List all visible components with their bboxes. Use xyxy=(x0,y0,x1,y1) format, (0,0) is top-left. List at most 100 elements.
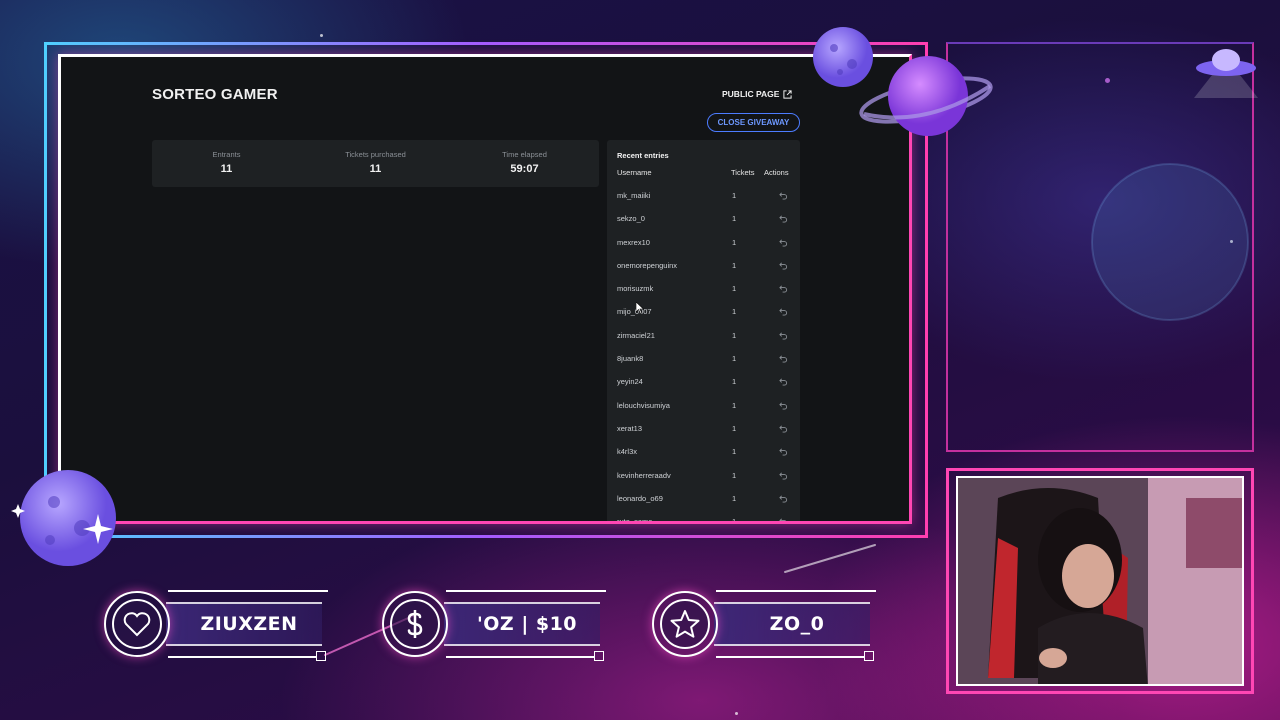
entry-username: mk_maiiki xyxy=(617,191,651,200)
entry-tickets: 1 xyxy=(732,354,737,364)
undo-entry-icon[interactable] xyxy=(779,284,788,293)
webcam-feed xyxy=(956,476,1244,686)
public-page-link[interactable]: PUBLIC PAGE xyxy=(722,89,793,99)
entry-username: kevinherreraadv xyxy=(617,470,671,480)
shooting-star-decoration xyxy=(784,544,876,573)
undo-entry-icon[interactable] xyxy=(779,261,788,270)
table-row: mexrex10 1 xyxy=(607,233,800,256)
entry-tickets: 1 xyxy=(732,517,737,524)
heart-icon xyxy=(123,612,151,637)
alert-icon-ring xyxy=(652,591,718,657)
recent-entries-panel: Recent entries Username Tickets Actions … xyxy=(607,140,800,524)
entry-username: zirmaciel21 xyxy=(617,330,655,340)
entry-tickets: 1 xyxy=(732,400,737,410)
alert-corner xyxy=(316,651,326,661)
undo-entry-icon[interactable] xyxy=(779,424,788,433)
entry-tickets: 1 xyxy=(732,493,737,503)
entry-username: morisuzmk xyxy=(617,284,654,294)
webcam-scene-image xyxy=(958,478,1242,684)
stat-value: 11 xyxy=(220,163,233,175)
stat-entrants: Entrants 11 xyxy=(152,140,301,187)
alert-text: 'OZ | $10 xyxy=(476,613,578,635)
alert-text: ZO_0 xyxy=(769,613,825,635)
stat-label: Entrants xyxy=(212,150,241,159)
entry-username: mexrex10 xyxy=(617,237,650,247)
stat-value: 11 xyxy=(369,163,382,175)
alert-icon-ring xyxy=(382,591,448,657)
entry-tickets: 1 xyxy=(732,214,737,224)
stat-tickets-purchased: Tickets purchased 11 xyxy=(301,140,450,187)
entry-tickets: 1 xyxy=(732,423,737,433)
entry-username: lelouchvisumiya xyxy=(617,400,670,410)
entry-tickets: 1 xyxy=(732,377,737,387)
stat-time-elapsed: Time elapsed 59:07 xyxy=(450,140,599,187)
entry-tickets: 1 xyxy=(732,237,737,247)
table-row: k4rl3x 1 xyxy=(607,442,800,465)
column-header-username: Username xyxy=(617,168,652,177)
mouse-cursor-icon xyxy=(636,302,644,314)
stat-label: Time elapsed xyxy=(502,150,547,159)
page-title: SORTEO GAMER xyxy=(152,86,278,103)
alert-text: ZIUXZEN xyxy=(200,613,298,635)
entry-username: leonardo_o69 xyxy=(617,493,663,503)
entry-username: mijo_0007 xyxy=(617,307,652,317)
undo-entry-icon[interactable] xyxy=(779,354,788,363)
table-row: sekzo_0 1 xyxy=(607,209,800,232)
table-row: lelouchvisumiya 1 xyxy=(607,396,800,419)
entry-tickets: 1 xyxy=(732,307,737,317)
undo-entry-icon[interactable] xyxy=(779,401,788,410)
undo-entry-icon[interactable] xyxy=(779,471,788,480)
entry-username: 8juank8 xyxy=(617,354,644,364)
alert-donation: 'OZ | $10 xyxy=(382,588,610,661)
undo-entry-icon[interactable] xyxy=(779,377,788,386)
undo-entry-icon[interactable] xyxy=(779,447,788,456)
undo-entry-icon[interactable] xyxy=(779,331,788,340)
table-row: ruto_sama 1 xyxy=(607,512,800,524)
entry-tickets: 1 xyxy=(732,284,737,294)
alert-line xyxy=(446,590,606,592)
entry-tickets: 1 xyxy=(732,447,737,457)
external-link-icon xyxy=(783,89,793,99)
alert-line xyxy=(168,590,328,592)
alert-corner xyxy=(594,651,604,661)
star-dot xyxy=(320,34,323,37)
alert-icon-ring xyxy=(104,591,170,657)
undo-entry-icon[interactable] xyxy=(779,517,788,524)
stat-value: 59:07 xyxy=(510,163,539,175)
undo-entry-icon[interactable] xyxy=(779,214,788,223)
alert-follower: ZIUXZEN xyxy=(104,588,332,661)
star-dot xyxy=(735,712,738,715)
entry-tickets: 1 xyxy=(732,470,737,480)
entries-table-header: Username Tickets Actions xyxy=(607,168,800,180)
alert-line xyxy=(716,590,876,592)
stats-panel: Entrants 11 Tickets purchased 11 Time el… xyxy=(152,140,599,187)
side-frame xyxy=(946,42,1254,452)
close-giveaway-button[interactable]: CLOSE GIVEAWAY xyxy=(707,113,800,132)
entry-username: xerat13 xyxy=(617,423,643,433)
star-icon xyxy=(670,610,700,638)
alert-line xyxy=(168,656,316,658)
entry-username: yeyin24 xyxy=(617,377,643,387)
alert-corner xyxy=(864,651,874,661)
column-header-actions: Actions xyxy=(764,168,789,177)
table-row: morisuzmk 1 xyxy=(607,279,800,302)
table-row: mk_maiiki 1 xyxy=(607,186,800,209)
public-page-label: PUBLIC PAGE xyxy=(722,89,780,99)
alert-subscriber: ZO_0 xyxy=(652,588,880,661)
entry-username: k4rl3x xyxy=(617,447,638,457)
browser-capture: SORTEO GAMER PUBLIC PAGE CLOSE GIVEAWAY … xyxy=(58,54,912,524)
undo-entry-icon[interactable] xyxy=(779,238,788,247)
entry-tickets: 1 xyxy=(732,330,737,340)
table-row: xerat13 1 xyxy=(607,419,800,442)
column-header-tickets: Tickets xyxy=(731,168,755,177)
undo-entry-icon[interactable] xyxy=(779,494,788,503)
alert-line xyxy=(446,656,594,658)
table-row: leonardo_o69 1 xyxy=(607,489,800,512)
entry-tickets: 1 xyxy=(732,260,737,270)
entry-tickets: 1 xyxy=(732,191,737,200)
undo-entry-icon[interactable] xyxy=(779,307,788,317)
entries-list: mk_maiiki 1 sekzo_0 1 mexrex10 1 onemorepengui… xyxy=(607,186,800,524)
entry-username: ruto_sama xyxy=(617,517,653,524)
stat-label: Tickets purchased xyxy=(345,150,406,159)
undo-entry-icon[interactable] xyxy=(779,191,788,200)
